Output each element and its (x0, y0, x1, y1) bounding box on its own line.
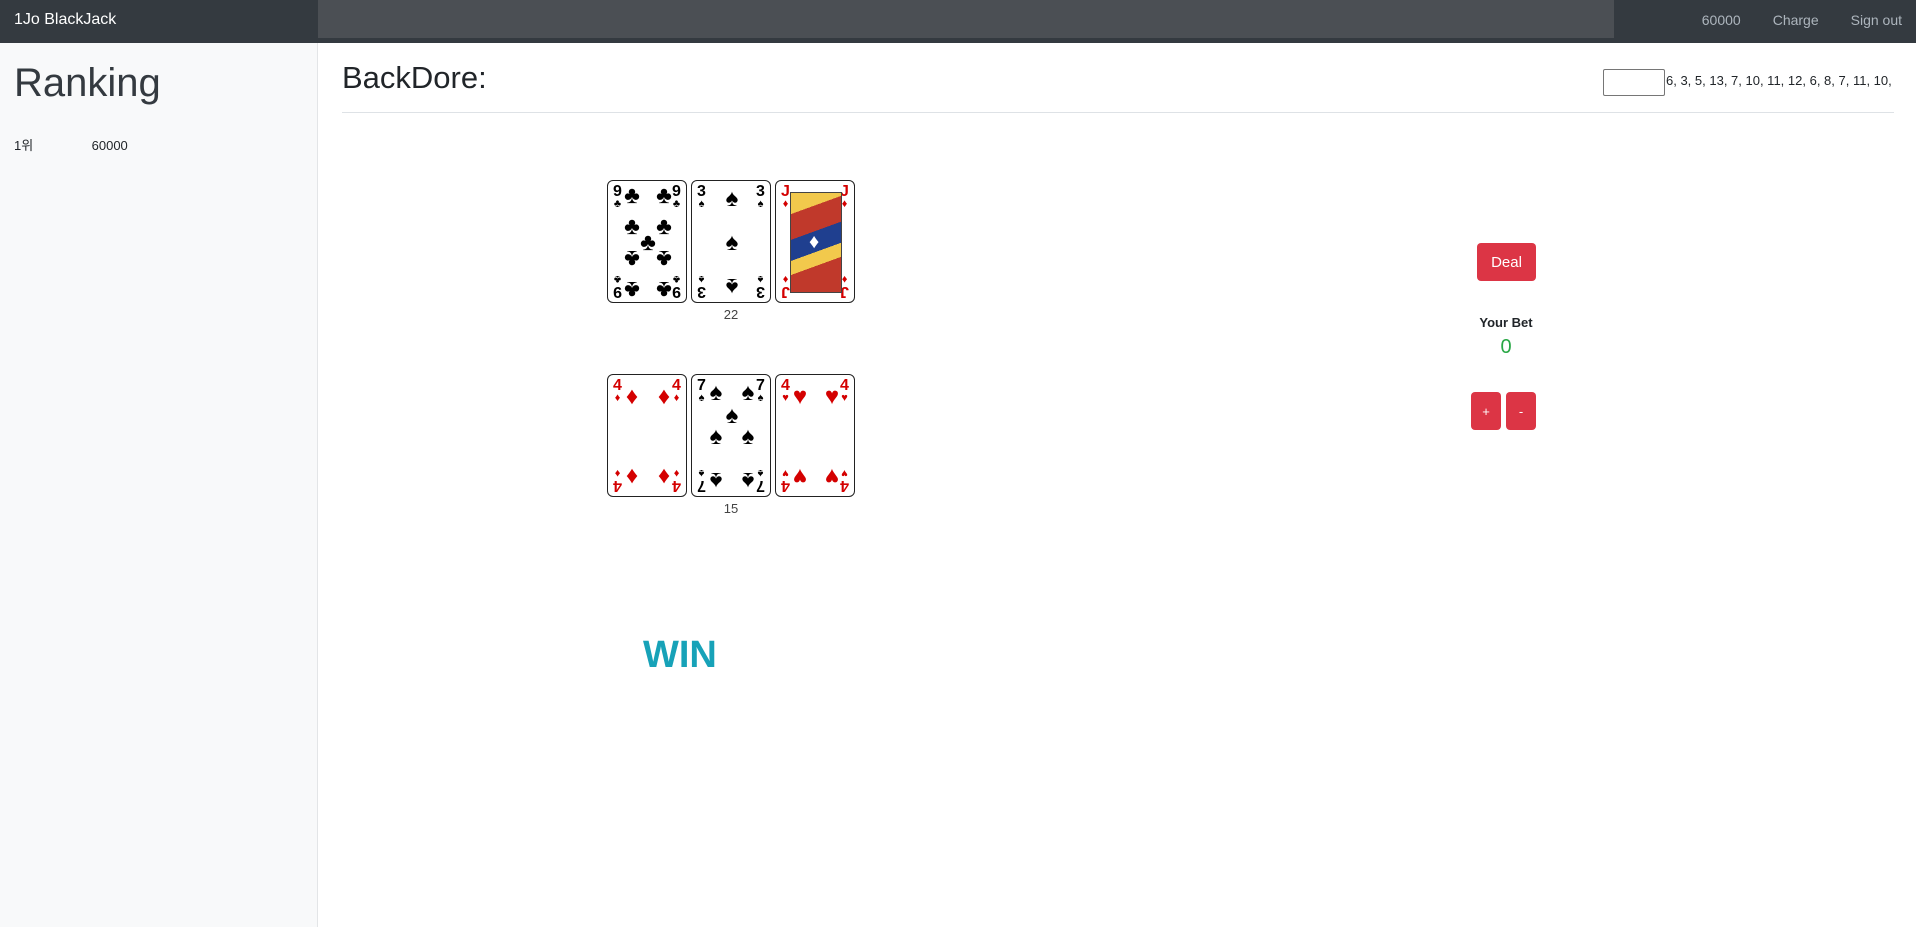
playing-card-4-diamonds: 4 ♦ 4 ♦ 4 ♦ 4 ♦ ♦ ♦ ♦ ♦ (607, 374, 687, 497)
increase-bet-button[interactable]: + (1471, 392, 1501, 430)
brand-link[interactable]: 1Jo BlackJack (14, 0, 116, 40)
page-title: BackDore: (342, 60, 487, 95)
hearts-pip-icon: ♥ (792, 383, 808, 411)
card-rank: 3 (756, 283, 765, 300)
player-hand: 4 ♦ 4 ♦ 4 ♦ 4 ♦ ♦ ♦ ♦ ♦ 7 ♠ 7 ♠ 7 ♠ 7 ♠ ♠ ♠ ♠ ♠ ♠ ♠ ♠ 4 ♥ 4 ♥ 4 ♥ 4 ♥ ♥ ♥ ♥ ♥ (607, 374, 855, 497)
ranking-score: 60000 (91, 138, 128, 153)
signout-link[interactable]: Sign out (1851, 12, 1902, 28)
bet-value: 0 (1500, 336, 1512, 358)
diamonds-pip-icon: ♦ (625, 462, 639, 490)
clubs-pip-icon: ♣ (624, 276, 640, 303)
hearts-pip-icon: ♥ (824, 462, 840, 490)
spades-pip-icon: ♠ (709, 422, 723, 450)
spades-icon: ♠ (757, 198, 764, 210)
diamonds-icon: ♦ (809, 231, 820, 253)
spades-pip-icon: ♠ (709, 379, 723, 407)
playing-card-4-hearts: 4 ♥ 4 ♥ 4 ♥ 4 ♥ ♥ ♥ ♥ ♥ (775, 374, 855, 497)
playing-card-j-diamonds: J ♦ J ♦ J ♦ J ♦ ♦ (775, 180, 855, 303)
spades-pip-icon: ♠ (725, 185, 739, 213)
backdoor-sequence: 6, 3, 5, 13, 7, 10, 11, 12, 6, 8, 7, 11,… (1666, 73, 1892, 88)
clubs-pip-icon: ♣ (624, 245, 640, 273)
navbar-right: 60000 Charge Sign out (1702, 0, 1916, 40)
clubs-pip-icon: ♣ (656, 245, 672, 273)
spades-pip-icon: ♠ (709, 466, 723, 494)
top-navbar: 1Jo BlackJack 60000 Charge Sign out (0, 0, 1916, 43)
dealer-total: 22 (723, 307, 739, 322)
diamonds-pip-icon: ♦ (625, 383, 639, 411)
charge-link[interactable]: Charge (1773, 12, 1819, 28)
spades-pip-icon: ♠ (725, 228, 739, 256)
ranking-title: Ranking (14, 61, 161, 105)
spades-icon: ♠ (698, 198, 705, 210)
playing-card-7-spades: 7 ♠ 7 ♠ 7 ♠ 7 ♠ ♠ ♠ ♠ ♠ ♠ ♠ ♠ (691, 374, 771, 497)
decrease-bet-button[interactable]: - (1506, 392, 1536, 430)
clubs-pip-icon: ♣ (656, 181, 672, 209)
card-corner-index: 3 ♠ (695, 184, 708, 210)
ranking-sidebar: Ranking 1위 60000 (0, 43, 318, 927)
spades-pip-icon: ♠ (725, 272, 739, 300)
spades-pip-icon: ♠ (741, 422, 755, 450)
hearts-pip-icon: ♥ (824, 383, 840, 411)
bet-label: Your Bet (1479, 315, 1533, 330)
card-rank: J (781, 283, 790, 300)
diamonds-pip-icon: ♦ (657, 462, 671, 490)
ranking-row: 1위 60000 (14, 135, 128, 154)
balance-display: 60000 (1701, 12, 1741, 28)
face-card-art: ♦ (790, 192, 842, 293)
spades-pip-icon: ♠ (741, 379, 755, 407)
card-corner-index: 3 ♠ (754, 184, 767, 210)
playing-card-3-spades: 3 ♠ 3 ♠ 3 ♠ 3 ♠ ♠ ♠ ♠ (691, 180, 771, 303)
playing-card-9-clubs: 9 ♣ 9 ♣ 9 ♣ 9 ♣ ♣ ♣ ♣ ♣ ♣ ♣ ♣ ♣ ♣ (607, 180, 687, 303)
deal-button[interactable]: Deal (1477, 243, 1536, 281)
hearts-pip-icon: ♥ (792, 462, 808, 490)
card-corner-index: 3 ♠ (695, 273, 708, 300)
clubs-pip-icon: ♣ (624, 181, 640, 209)
dealer-hand: 9 ♣ 9 ♣ 9 ♣ 9 ♣ ♣ ♣ ♣ ♣ ♣ ♣ ♣ ♣ ♣ 3 ♠ 3 ♠ 3 ♠ 3 ♠ ♠ ♠ ♠ J ♦ J ♦ J ♦ J ♦ ♦ (607, 180, 855, 303)
card-rank: 3 (697, 283, 706, 300)
navbar-search-area (318, 0, 1614, 38)
spades-pip-icon: ♠ (741, 466, 755, 494)
backdoor-input[interactable] (1603, 69, 1665, 96)
ranking-position: 1위 (14, 138, 34, 153)
clubs-pip-icon: ♣ (656, 276, 672, 303)
player-total: 15 (723, 501, 739, 516)
card-corner-index: 3 ♠ (754, 273, 767, 300)
game-result: WIN (643, 634, 717, 676)
header-divider (342, 112, 1894, 113)
diamonds-pip-icon: ♦ (657, 383, 671, 411)
